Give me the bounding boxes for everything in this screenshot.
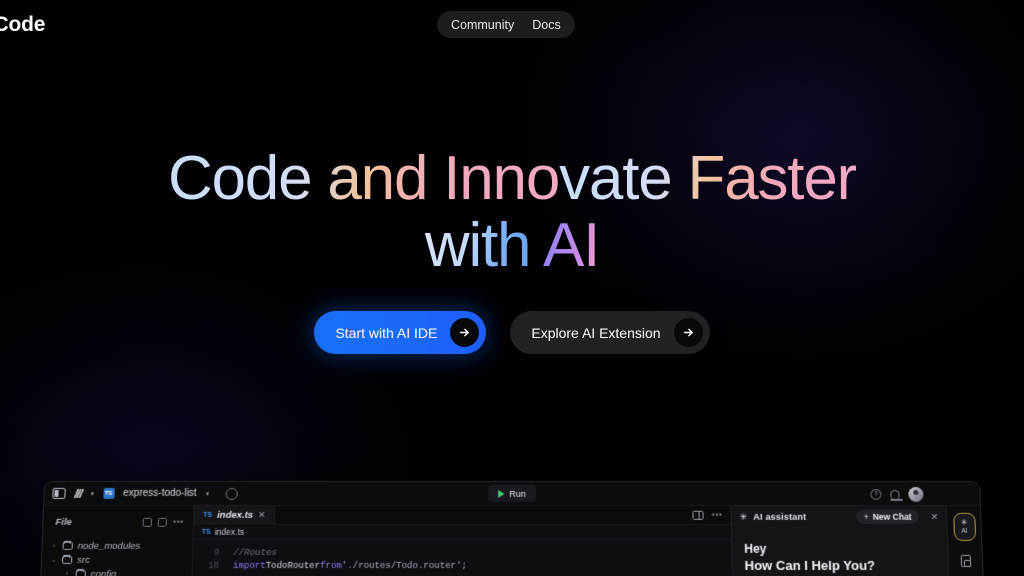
code-punctuation: ; [461, 560, 467, 571]
titlebar-actions: ? [870, 482, 924, 506]
folder-icon [75, 569, 86, 576]
folder-open-icon [61, 555, 73, 564]
tree-item-label: config [90, 568, 117, 576]
sidebar-toggle-icon[interactable] [52, 487, 66, 499]
explore-ai-extension-button[interactable]: Explore AI Extension [510, 311, 710, 354]
line-number: 9 [213, 547, 220, 558]
new-file-icon[interactable] [142, 517, 152, 527]
rail-ai-label: AI [961, 527, 968, 535]
headline-line-1-text: Code and Inno [167, 144, 560, 213]
code-identifier: TodoRouter [265, 560, 321, 571]
file-explorer: File ••• › node_modules ⌄ src › config [37, 505, 195, 576]
avatar[interactable] [908, 486, 924, 502]
brand-logo[interactable]: sCode [0, 13, 45, 37]
code-line: 10 import TodoRouter from './routes/Todo… [193, 559, 732, 572]
ai-panel-title: AI assistant [753, 511, 807, 522]
document-icon[interactable] [960, 554, 971, 567]
close-icon[interactable]: ✕ [930, 511, 938, 522]
headline-line-2: with AI [0, 215, 1024, 277]
arrow-right-icon [673, 318, 703, 347]
right-activity-rail: ✳ AI [945, 505, 987, 576]
ai-assistant-panel: ✳ AI assistant + New Chat ✕ Hey How Can … [730, 505, 953, 576]
code-keyword-from: from [320, 560, 342, 571]
explore-ai-extension-label: Explore AI Extension [531, 324, 661, 341]
tree-item-label: src [77, 554, 91, 566]
start-with-ai-ide-button[interactable]: Start with AI IDE [314, 311, 487, 354]
tree-item-src[interactable]: ⌄ src [42, 553, 192, 567]
chevron-down-icon[interactable]: ▾ [90, 489, 94, 497]
start-with-ai-ide-label: Start with AI IDE [335, 324, 438, 341]
page-title: Code and Innovate Faster with AI [0, 148, 1024, 277]
new-chat-label: New Chat [872, 511, 912, 522]
headline-line-1: Code and Innovate Faster [0, 148, 1024, 210]
explorer-title: File [55, 516, 73, 528]
play-icon [498, 489, 505, 498]
line-number: 10 [207, 560, 220, 571]
ai-greeting: Hey How Can I Help You? [732, 528, 948, 573]
folder-icon [62, 541, 73, 550]
nav-item-docs[interactable]: Docs [532, 18, 560, 32]
code-editor: TS index.ts ✕ ••• TS index.ts 9 //Routes… [189, 505, 734, 576]
headline-with-text: with [424, 211, 543, 281]
close-icon[interactable]: ✕ [258, 509, 266, 520]
ide-window: /// ▾ TS express-todo-list ▾ Run ? File [36, 481, 988, 576]
plus-icon: + [863, 511, 869, 522]
code-content[interactable]: 9 //Routes 10 import TodoRouter from './… [193, 540, 732, 572]
sparkle-icon: ✳ [739, 511, 748, 522]
tab-index-ts[interactable]: TS index.ts ✕ [193, 505, 276, 525]
editor-tab-actions: ••• [692, 510, 723, 520]
project-type-badge: TS [102, 487, 115, 499]
hero-section: Code and Innovate Faster with AI [0, 148, 1024, 277]
site-header: sCode Community Docs [0, 0, 1024, 50]
ide-titlebar: /// ▾ TS express-todo-list ▾ Run ? [44, 481, 980, 506]
tree-item-node_modules[interactable]: › node_modules [42, 539, 192, 553]
headline-line-1-text-b: vate Faster [559, 144, 857, 213]
file-tree: › node_modules ⌄ src › config [41, 531, 193, 576]
search-icon[interactable] [225, 487, 239, 500]
explorer-header: File ••• [43, 513, 193, 531]
file-type-badge: TS [203, 511, 213, 519]
run-button[interactable]: Run [488, 484, 536, 502]
editor-tabbar: TS index.ts ✕ ••• [193, 505, 731, 525]
explorer-actions: ••• [142, 517, 184, 527]
more-icon[interactable]: ••• [173, 517, 184, 527]
breadcrumb-badge: TS [201, 528, 211, 536]
nav-item-community[interactable]: Community [451, 18, 514, 32]
rail-ai-button[interactable]: ✳ AI [952, 512, 976, 541]
ide-logo-mark: /// [74, 486, 82, 501]
new-chat-button[interactable]: + New Chat [856, 509, 919, 524]
code-string: './routes/Todo.router' [341, 560, 462, 571]
new-folder-icon[interactable] [157, 517, 168, 527]
ai-panel-header: ✳ AI assistant + New Chat ✕ [731, 506, 946, 528]
tree-item-label: node_modules [77, 540, 141, 552]
split-editor-icon[interactable] [692, 510, 704, 520]
breadcrumb-label: index.ts [214, 526, 245, 537]
main-nav: Community Docs [437, 11, 575, 38]
breadcrumb: TS index.ts [193, 524, 732, 540]
tab-label: index.ts [217, 509, 254, 521]
chevron-right-icon: › [52, 542, 56, 550]
sparkle-icon: ✳ [960, 517, 968, 527]
more-icon[interactable]: ••• [712, 510, 723, 520]
project-chevron-down-icon[interactable]: ▾ [205, 489, 209, 497]
ai-greeting-line-1: Hey [744, 541, 767, 556]
headline-ai-text: AI [542, 211, 600, 281]
code-comment: //Routes [233, 547, 277, 558]
chevron-right-icon: › [65, 570, 69, 576]
tree-item-config[interactable]: › config [41, 567, 192, 576]
ai-greeting-line-2: How Can I Help You? [744, 557, 876, 574]
help-icon[interactable]: ? [870, 488, 882, 500]
code-line: 9 //Routes [193, 546, 731, 559]
ide-preview: /// ▾ TS express-todo-list ▾ Run ? File [36, 481, 988, 576]
cta-row: Start with AI IDE Explore AI Extension [0, 311, 1024, 354]
chevron-down-icon: ⌄ [50, 556, 57, 564]
ide-body: File ••• › node_modules ⌄ src › config T… [37, 505, 987, 576]
arrow-right-icon [450, 318, 480, 347]
code-keyword: import [232, 560, 266, 571]
project-name[interactable]: express-todo-list [123, 488, 197, 499]
run-label: Run [509, 488, 526, 499]
bell-icon[interactable] [890, 489, 900, 499]
page-root: sCode Community Docs Code and Innovate F… [0, 0, 1024, 576]
